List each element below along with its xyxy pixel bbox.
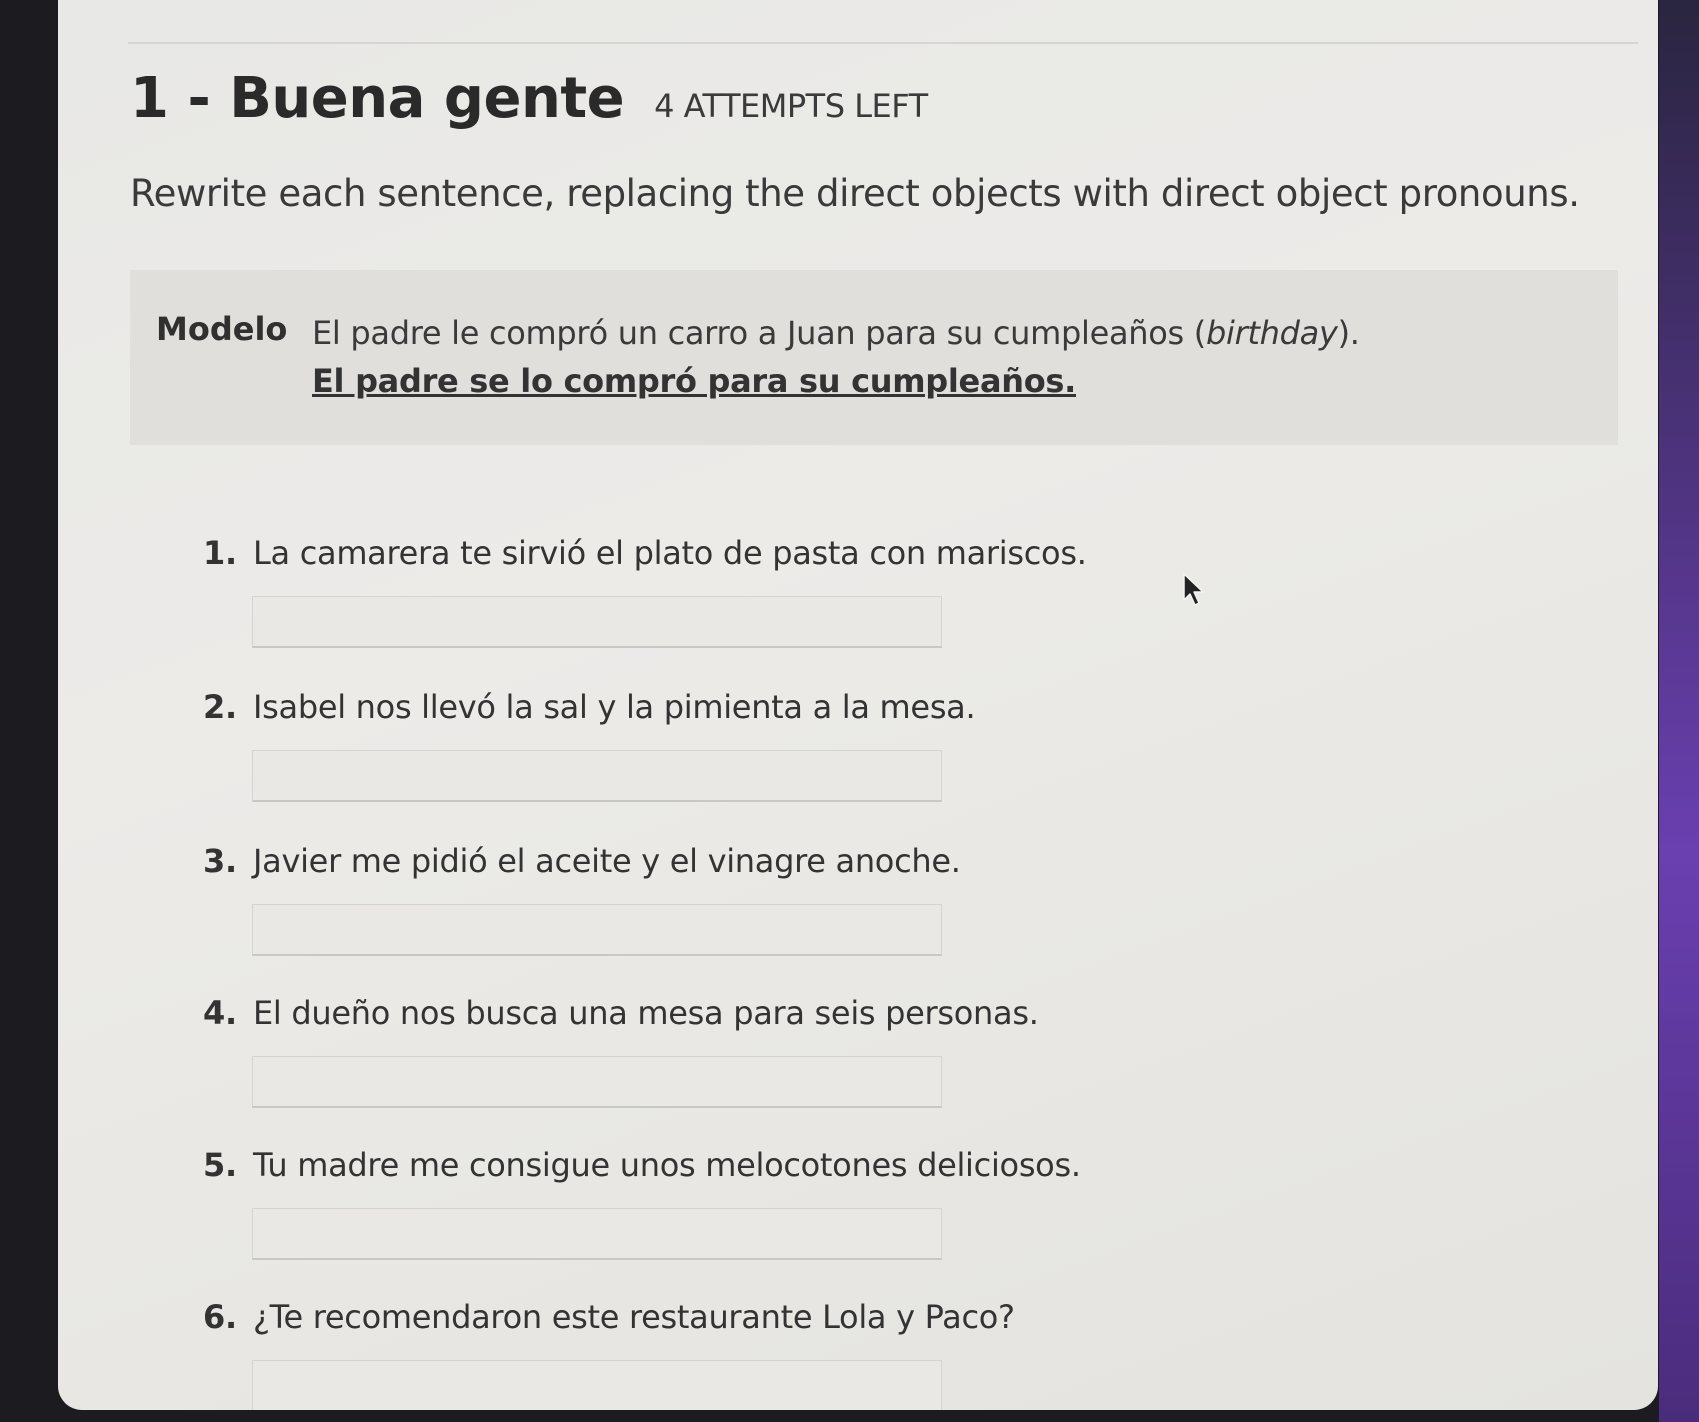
question-item: 3. Javier me pidió el aceite y el vinagr… (203, 842, 1303, 956)
question-text: Isabel nos llevó la sal y la pimienta a … (253, 688, 976, 726)
answer-input[interactable] (252, 1360, 942, 1410)
question-number: 1. (203, 534, 237, 572)
model-sentence-end: ). (1337, 314, 1360, 352)
question-text: ¿Te recomendaron este restaurante Lola y… (253, 1298, 1015, 1336)
question-text: La camarera te sirvió el plato de pasta … (253, 534, 1087, 572)
attempts-left-label: 4 ATTEMPTS LEFT (654, 87, 928, 125)
mouse-pointer-icon (1183, 573, 1204, 606)
model-sentence: El padre le compró un carro a Juan para … (312, 314, 1360, 352)
model-example-box: Modelo El padre le compró un carro a Jua… (130, 270, 1618, 445)
question-item: 1. La camarera te sirvió el plato de pas… (203, 534, 1303, 648)
instructions-text: Rewrite each sentence, replacing the dir… (130, 172, 1580, 215)
question-number: 5. (203, 1146, 237, 1184)
question-number: 6. (203, 1298, 237, 1336)
answer-input[interactable] (252, 750, 942, 802)
question-text: Javier me pidió el aceite y el vinagre a… (253, 842, 961, 880)
exercise-header: 1 - Buena gente 4 ATTEMPTS LEFT (130, 66, 928, 131)
question-number: 3. (203, 842, 237, 880)
question-text: El dueño nos busca una mesa para seis pe… (253, 994, 1039, 1032)
model-sentence-start: El padre le compró un carro a Juan para … (312, 314, 1206, 352)
screen-edge (1659, 0, 1699, 1422)
model-label: Modelo (156, 310, 288, 348)
divider (128, 42, 1638, 44)
model-sentence-italic: birthday (1205, 314, 1338, 352)
question-number: 2. (203, 688, 237, 726)
answer-input[interactable] (252, 1056, 942, 1108)
exercise-page: 1 - Buena gente 4 ATTEMPTS LEFT Rewrite … (58, 0, 1658, 1410)
exercise-title: 1 - Buena gente (130, 66, 625, 131)
question-item: 5. Tu madre me consigue unos melocotones… (203, 1146, 1303, 1260)
question-number: 4. (203, 994, 237, 1032)
model-answer: El padre se lo compró para su cumpleaños… (312, 362, 1077, 400)
question-item: 4. El dueño nos busca una mesa para seis… (203, 994, 1303, 1108)
answer-input[interactable] (252, 904, 942, 956)
answer-input[interactable] (252, 1208, 942, 1260)
question-item: 6. ¿Te recomendaron este restaurante Lol… (203, 1298, 1303, 1410)
answer-input[interactable] (252, 596, 942, 648)
question-text: Tu madre me consigue unos melocotones de… (253, 1146, 1081, 1184)
question-item: 2. Isabel nos llevó la sal y la pimienta… (203, 688, 1303, 802)
